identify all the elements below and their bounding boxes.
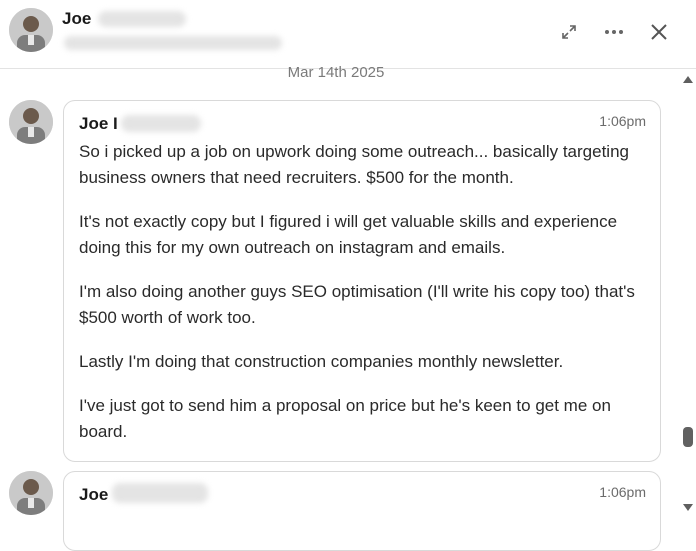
expand-icon[interactable] <box>555 18 583 46</box>
scrollbar-thumb[interactable] <box>683 427 693 447</box>
message-paragraph: I've just got to send him a proposal on … <box>79 396 611 441</box>
redacted-subtitle <box>64 36 282 50</box>
avatar[interactable] <box>9 100 53 144</box>
contact-name[interactable]: Joe <box>62 9 91 29</box>
message-paragraph: So i picked up a job on upwork doing som… <box>79 142 629 187</box>
message-paragraph: I'm also doing another guys SEO optimisa… <box>79 282 635 327</box>
redacted-name <box>98 11 186 27</box>
message-body: So i picked up a job on upwork doing som… <box>79 139 654 463</box>
message-card: Joe I 1:06pm So i picked up a job on upw… <box>63 100 661 462</box>
scroll-up-icon[interactable] <box>683 76 693 83</box>
message-time: 1:06pm <box>599 484 646 500</box>
message-card: Joe 1:06pm <box>63 471 661 551</box>
message-paragraph: Lastly I'm doing that construction compa… <box>79 352 564 371</box>
conversation-header: Joe <box>0 0 696 69</box>
date-separator: Mar 14th 2025 <box>287 64 385 81</box>
redacted-name <box>121 115 201 132</box>
close-icon[interactable] <box>645 18 673 46</box>
message-sender[interactable]: Joe I <box>79 114 118 134</box>
avatar[interactable] <box>9 8 53 52</box>
message-sender[interactable]: Joe <box>79 485 108 505</box>
redacted-name <box>112 483 208 503</box>
more-icon[interactable] <box>600 18 628 46</box>
avatar[interactable] <box>9 471 53 515</box>
message-paragraph: It's not exactly copy but I figured i wi… <box>79 212 618 257</box>
scroll-down-icon[interactable] <box>683 504 693 511</box>
scrollbar[interactable] <box>680 70 696 515</box>
message-time: 1:06pm <box>599 113 646 129</box>
